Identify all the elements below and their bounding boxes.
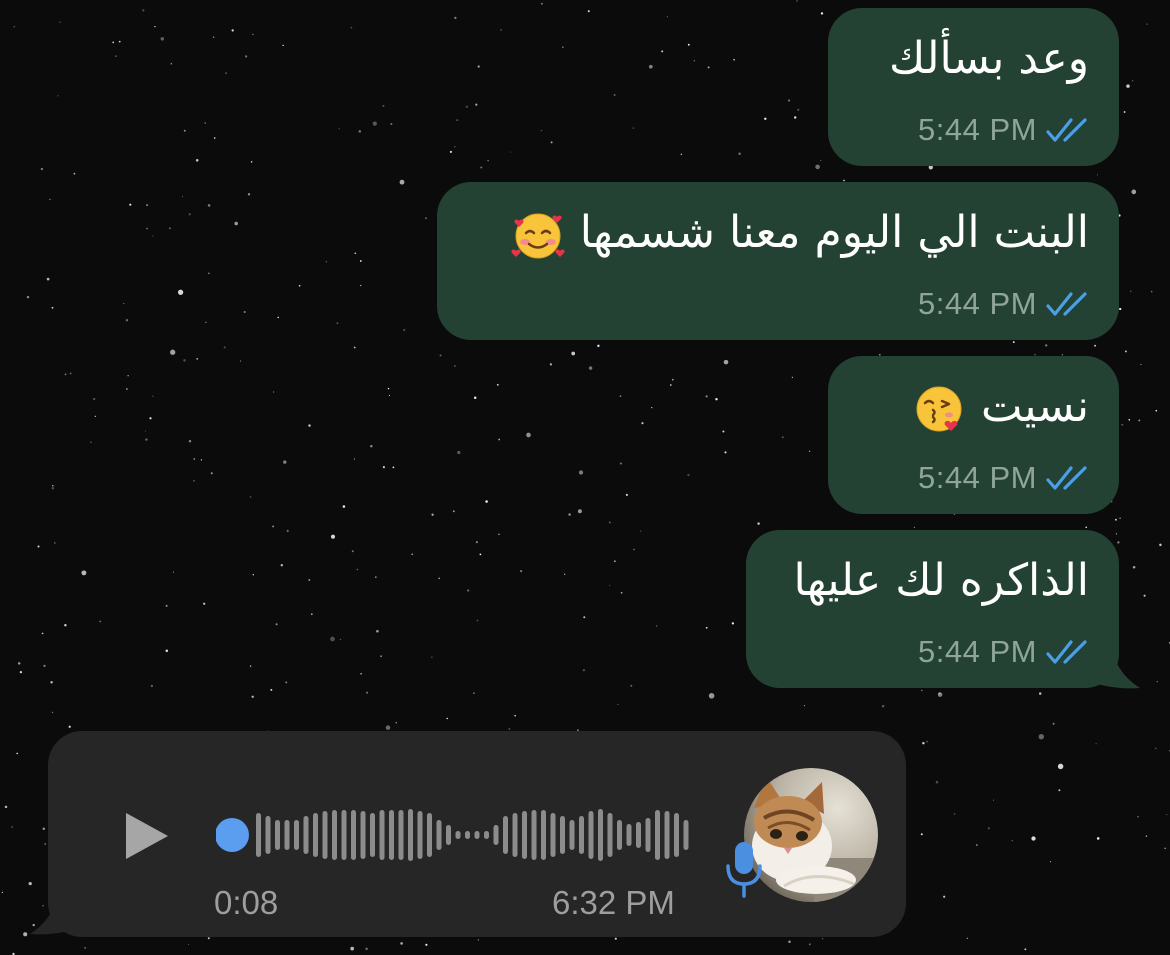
double-check-icon	[1046, 118, 1087, 142]
waveform-bar	[474, 831, 480, 839]
message-text: الذاكره لك عليها	[793, 555, 1089, 606]
waveform-bar	[256, 813, 261, 857]
waveform-bar	[398, 810, 404, 860]
message-time: 5:44 PM	[918, 460, 1037, 495]
message-text: وعد بسألك	[889, 33, 1089, 84]
playback-position-dot	[216, 818, 249, 852]
outgoing-message-bubble[interactable]: الذاكره لك عليها 5:44 PM	[746, 530, 1119, 688]
play-icon[interactable]	[122, 810, 172, 862]
waveform-bar	[332, 810, 337, 860]
waveform-bar	[455, 831, 461, 839]
outgoing-message-bubble[interactable]: البنت الي اليوم معنا شسمها 5:44 PM	[437, 182, 1119, 340]
waveform-bar	[379, 810, 385, 860]
waveform-bar	[569, 820, 575, 850]
waveform-bar	[550, 813, 556, 857]
voice-duration: 0:08	[214, 884, 279, 921]
waveform-bar	[645, 818, 651, 852]
message-time: 5:44 PM	[918, 112, 1037, 147]
message-time: 5:44 PM	[918, 286, 1037, 321]
waveform-bar	[664, 811, 670, 859]
waveform-bar	[322, 811, 328, 859]
cat-avatar-image	[744, 768, 878, 902]
waveform-bar	[389, 810, 394, 860]
waveform-bar	[408, 809, 413, 861]
waveform-bar	[341, 810, 347, 860]
waveform-bar	[617, 820, 622, 850]
microphone-icon	[726, 842, 762, 898]
message-meta: 5:44 PM	[918, 286, 1091, 322]
waveform-bar	[512, 813, 518, 857]
message-time: 5:44 PM	[918, 634, 1037, 669]
double-check-icon	[1046, 640, 1087, 664]
waveform-bar	[503, 816, 508, 854]
waveform-bar	[284, 820, 290, 850]
cat-avatar[interactable]	[744, 768, 878, 902]
waveform-bar	[541, 810, 546, 860]
waveform-bar	[674, 813, 679, 857]
waveform-bar	[560, 816, 565, 854]
waveform-bar	[370, 813, 375, 857]
message-meta: 5:44 PM	[918, 634, 1091, 670]
waveform-bar	[436, 820, 442, 850]
message-meta: 5:44 PM	[918, 460, 1091, 496]
waveform-bar	[303, 816, 309, 854]
waveform-bar	[351, 810, 356, 860]
waveform-bar	[275, 820, 280, 850]
waveform-bar	[360, 811, 366, 859]
waveform-bar	[683, 820, 689, 850]
waveform-bar	[313, 813, 318, 857]
waveform-bar	[607, 813, 613, 857]
waveform-bar	[493, 825, 499, 845]
message-text-content: البنت الي اليوم معنا شسمها	[579, 207, 1089, 258]
voice-timestamp: 6:32 PM	[552, 884, 675, 921]
smiling-face-with-hearts-emoji	[511, 213, 565, 259]
message-text-content: نسيت	[981, 381, 1089, 432]
outgoing-message-bubble[interactable]: نسيت 5:44 PM	[828, 356, 1119, 514]
waveform-bar	[531, 810, 537, 860]
waveform-bar	[446, 825, 451, 845]
message-meta: 5:44 PM	[918, 112, 1091, 148]
voice-waveform[interactable]	[216, 800, 690, 870]
waveform-bar	[588, 811, 594, 859]
message-text: البنت الي اليوم معنا شسمها	[510, 206, 1089, 263]
waveform-bar	[626, 824, 632, 846]
waveform-bar	[522, 811, 527, 859]
waveform-bar	[636, 822, 641, 848]
double-check-icon	[1046, 292, 1087, 316]
waveform-bar	[579, 816, 584, 854]
waveform-bar	[465, 831, 470, 839]
waveform-bar	[265, 816, 271, 854]
message-text: نسيت	[911, 380, 1089, 437]
waveform-bar	[427, 813, 432, 857]
face-blowing-kiss-emoji	[916, 386, 962, 432]
waveform-bar	[417, 811, 423, 859]
double-check-icon	[1046, 466, 1087, 490]
waveform-bar	[598, 809, 603, 861]
waveform-bar	[484, 831, 489, 839]
outgoing-message-bubble[interactable]: وعد بسألك 5:44 PM	[828, 8, 1119, 166]
waveform-bar	[294, 820, 299, 850]
waveform-bar	[655, 810, 660, 860]
